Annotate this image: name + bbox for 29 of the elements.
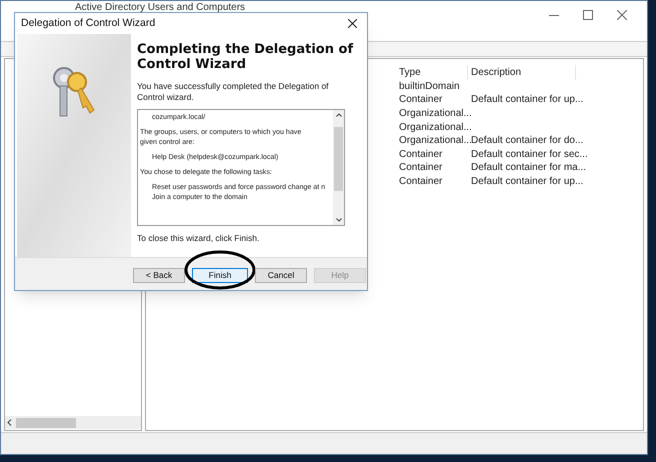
column-header[interactable]: Description — [468, 64, 576, 80]
table-cell-text: Container — [398, 162, 444, 174]
window-title: Active Directory Users and Computers — [75, 2, 246, 13]
close-icon[interactable] — [348, 19, 357, 28]
maximize-icon[interactable] — [583, 10, 593, 20]
dialog-button[interactable]: Cancel — [255, 268, 307, 283]
table-cell-text: Default container for up... — [470, 176, 584, 188]
scroll-thumb[interactable] — [16, 418, 76, 428]
dialog-button[interactable]: < Back — [133, 268, 185, 283]
scroll-up-icon[interactable] — [336, 113, 342, 117]
scroll-down-icon[interactable] — [336, 218, 342, 222]
table-cell-text: Default container for up... — [470, 94, 584, 106]
dialog-button[interactable]: Finish — [192, 268, 248, 283]
dialog-title: Delegation of Control Wizard — [21, 16, 156, 31]
table-cell-text: Container — [398, 94, 444, 106]
vertical-scrollbar[interactable] — [333, 110, 344, 225]
scroll-thumb[interactable] — [334, 127, 343, 191]
intro-text: You have successfully completed the Delegation of Control wizard. — [137, 81, 330, 103]
wizard-heading: Completing the Delegation of Control Wizard — [137, 42, 354, 72]
minimize-icon[interactable] — [549, 14, 559, 16]
scroll-left-icon[interactable] — [7, 419, 12, 426]
table-cell-text: Default container for ma... — [470, 162, 588, 174]
table-cell-text: Container — [398, 148, 444, 161]
horizontal-scrollbar[interactable] — [5, 416, 141, 429]
table-cell-text: builtinDomain — [398, 80, 461, 93]
column-header[interactable]: Type — [396, 64, 468, 80]
table-cell-text: Default container for sec... — [470, 148, 588, 161]
table-cell-text: Container — [398, 176, 444, 188]
footer-note: To close this wizard, click Finish. — [137, 232, 260, 245]
